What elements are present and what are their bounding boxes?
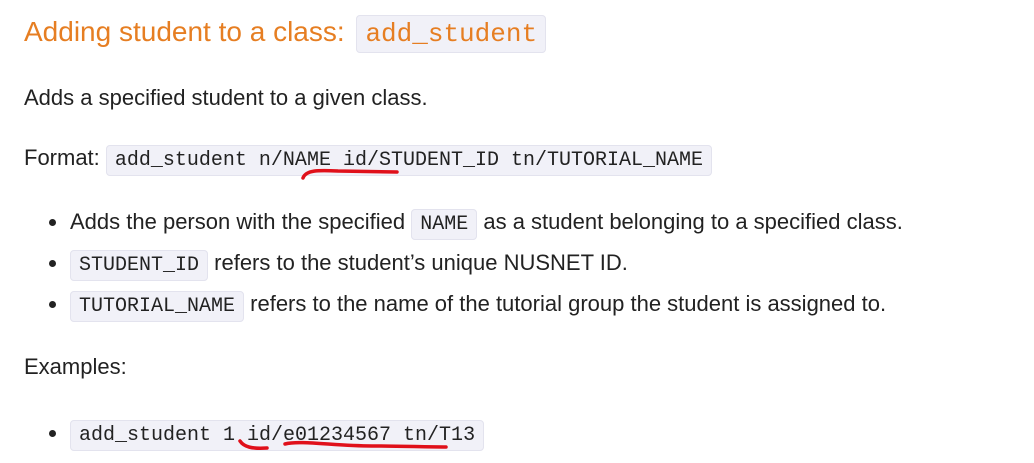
examples-label: Examples: <box>24 354 127 379</box>
example-command-code: add_student 1 id/e01234567 tn/T13 <box>70 420 485 451</box>
bullet-icon <box>49 301 56 308</box>
inline-code-student-id: STUDENT_ID <box>70 250 209 281</box>
note-text-after: as a student belonging to a specified cl… <box>477 209 903 234</box>
note-text-after: refers to the student’s unique NUSNET ID… <box>208 250 628 275</box>
section-heading: Adding student to a class: add_student <box>24 12 547 54</box>
bullet-icon <box>49 219 56 226</box>
inline-code-tutorial-name: TUTORIAL_NAME <box>70 291 245 322</box>
heading-text: Adding student to a class: <box>24 16 353 47</box>
format-command-code: add_student n/NAME id/STUDENT_ID tn/TUTO… <box>105 145 713 176</box>
bullet-icon <box>49 430 56 437</box>
heading-command-code: add_student <box>356 15 547 53</box>
note-text-before: Adds the person with the specified <box>70 209 412 234</box>
note-text-after: refers to the name of the tutorial group… <box>244 291 887 316</box>
list-item: add_student 1 id/e01234567 tn/T13 <box>24 418 485 459</box>
list-item: TUTORIAL_NAME refers to the name of the … <box>24 289 903 330</box>
list-item: STUDENT_ID refers to the student’s uniqu… <box>24 248 903 289</box>
document-content: Adding student to a class: add_student A… <box>24 0 1034 463</box>
bullet-icon <box>49 260 56 267</box>
list-item: Adds the person with the specified NAME … <box>24 207 903 248</box>
format-label: Format: <box>24 145 106 170</box>
examples-list: add_student 1 id/e01234567 tn/T13 <box>24 418 485 459</box>
format-line: Format: add_student n/NAME id/STUDENT_ID… <box>24 143 713 176</box>
parameter-notes-list: Adds the person with the specified NAME … <box>24 207 903 330</box>
inline-code-name: NAME <box>411 209 478 240</box>
command-description: Adds a specified student to a given clas… <box>24 85 428 110</box>
